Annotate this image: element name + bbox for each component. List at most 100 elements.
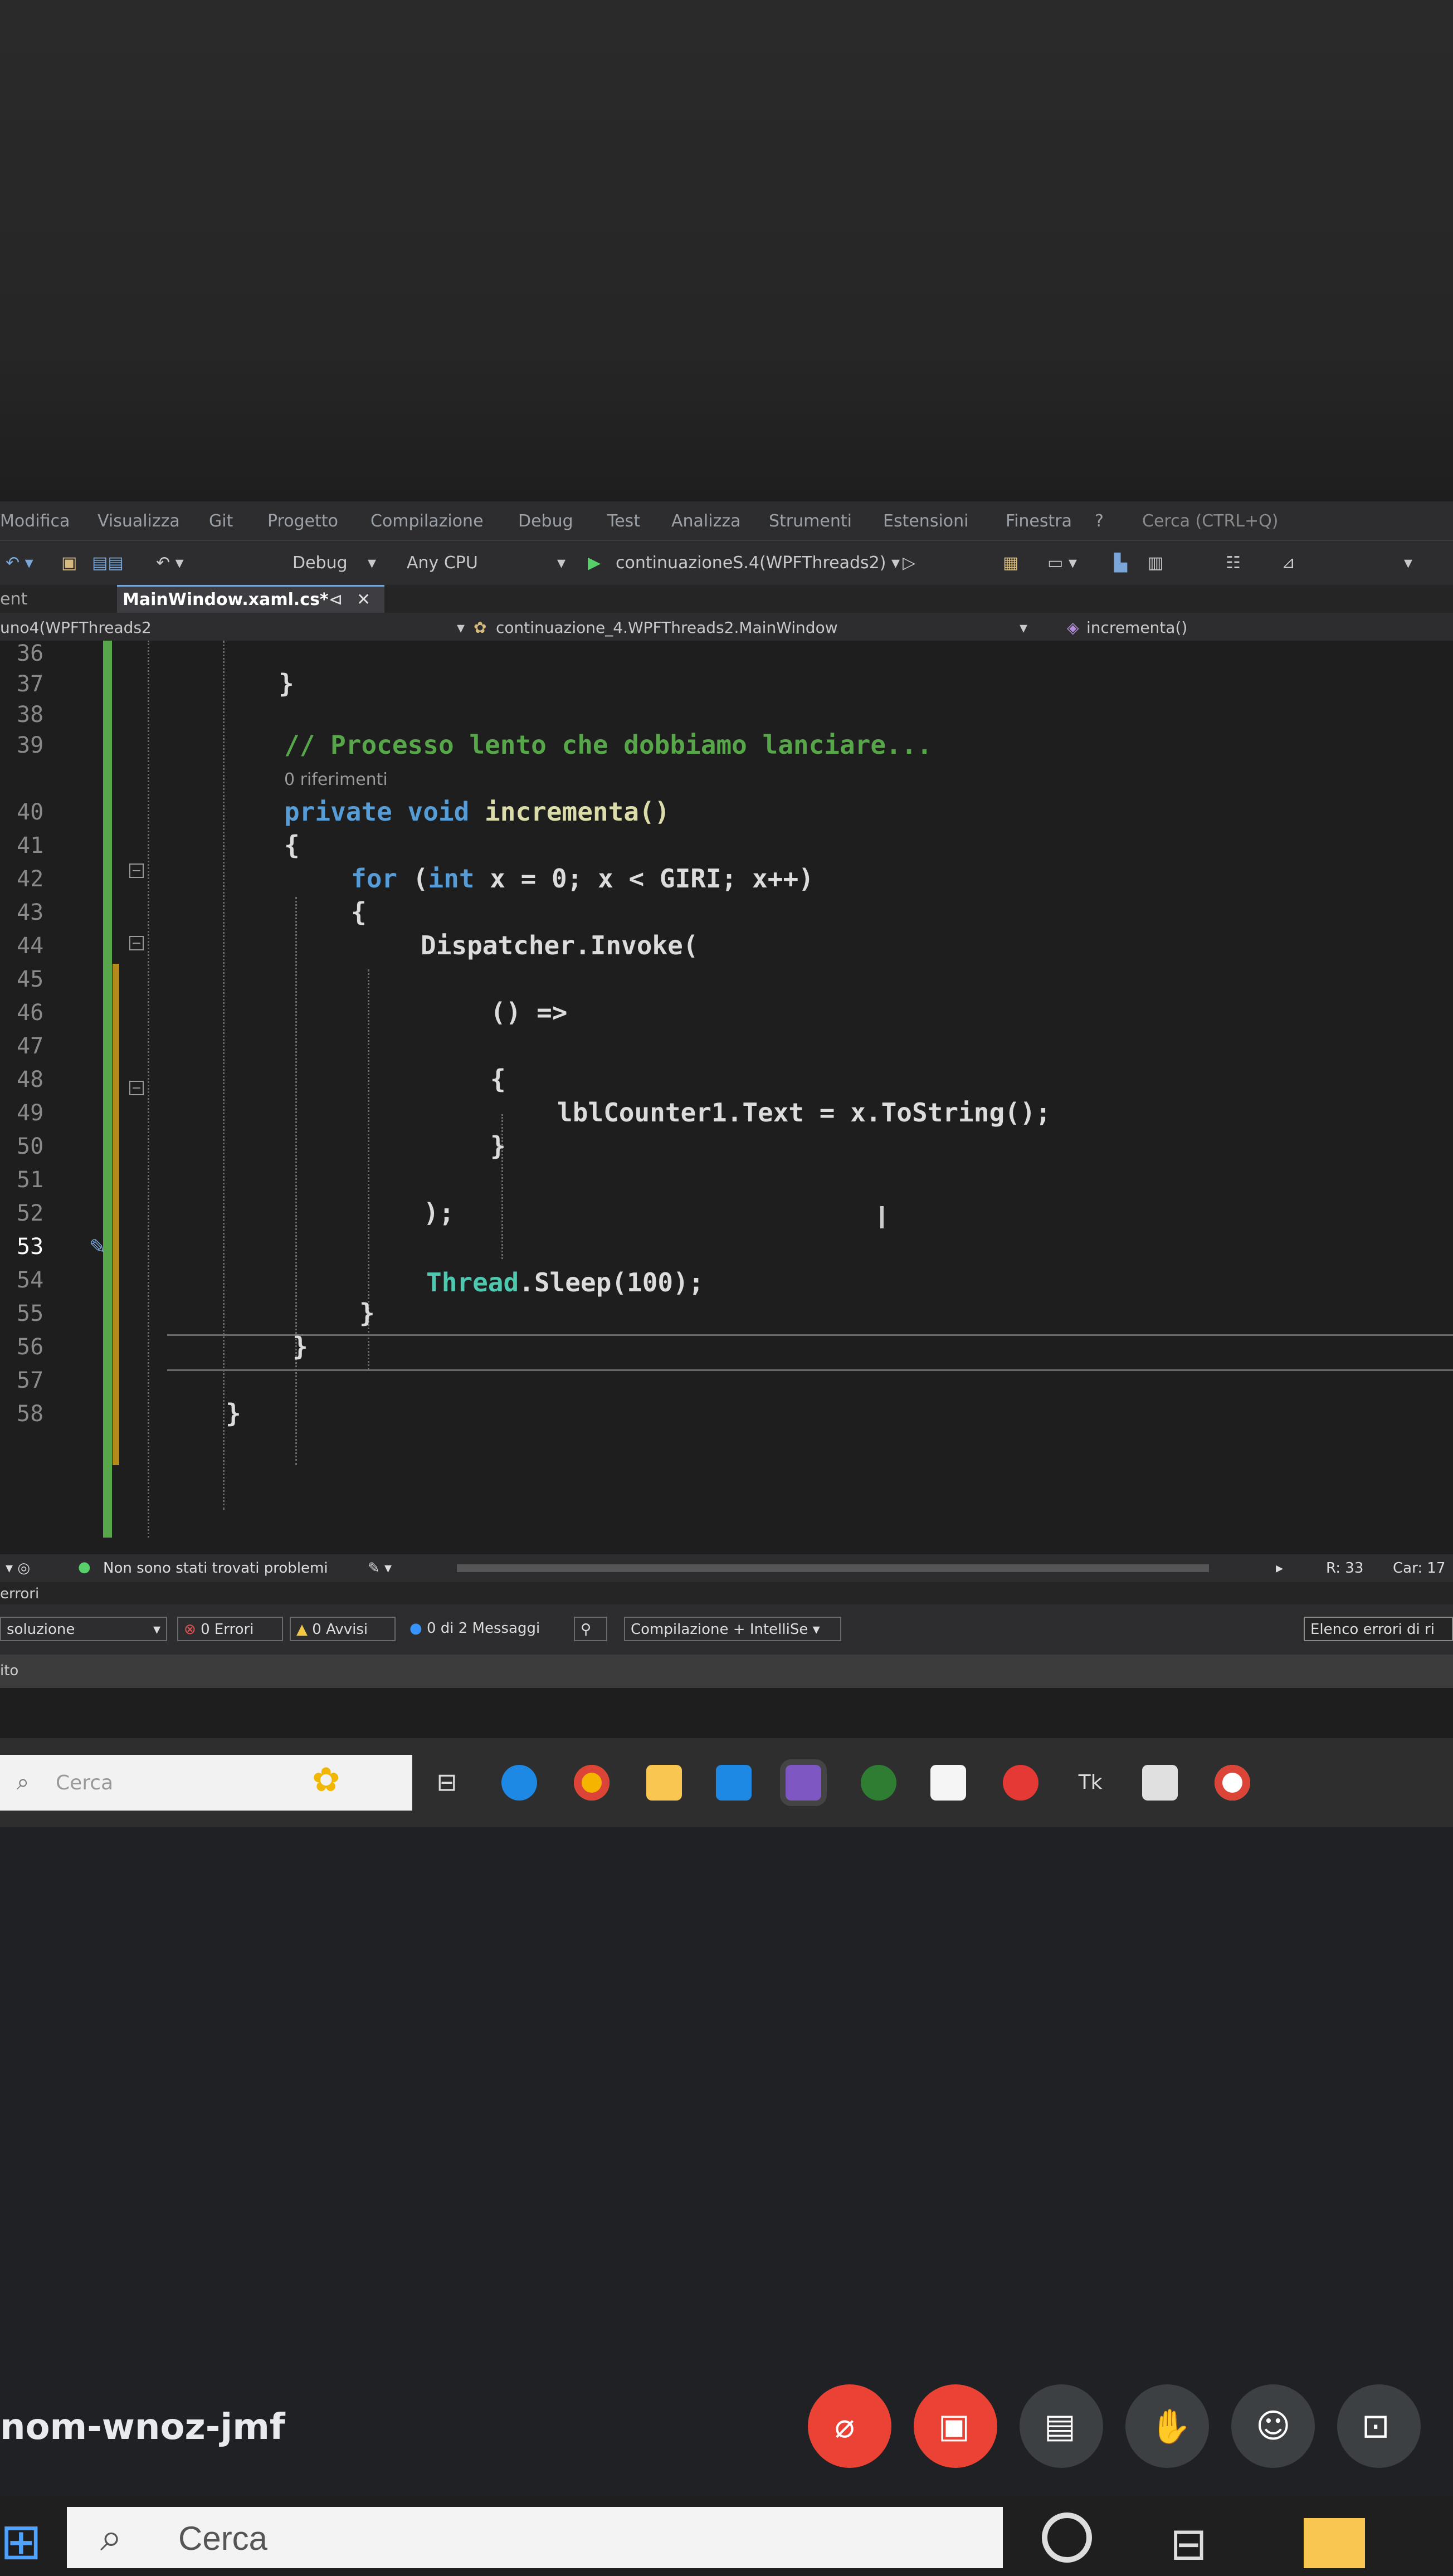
task-view-icon[interactable]: ⊟ bbox=[1170, 2518, 1207, 2570]
class-dropdown[interactable]: continuazione_4.WPFThreads2.MainWindow bbox=[496, 618, 838, 637]
chrome-icon[interactable] bbox=[1215, 1765, 1250, 1801]
line-number: 52 bbox=[17, 1201, 44, 1226]
notepad-icon[interactable] bbox=[930, 1765, 966, 1801]
captions-button[interactable]: ▤ bbox=[1020, 2384, 1103, 2468]
host-taskbar: ⊞ ⌕ Cerca ⊟ bbox=[0, 2496, 1453, 2576]
menu-item-visualizza[interactable]: Visualizza bbox=[97, 511, 180, 531]
line-number: 54 bbox=[17, 1267, 44, 1293]
save-all-icon[interactable]: ▤▤ bbox=[92, 553, 124, 573]
edge-icon[interactable] bbox=[501, 1765, 537, 1801]
menu-item-estensioni[interactable]: Estensioni bbox=[883, 511, 969, 531]
visual-studio-icon[interactable] bbox=[786, 1765, 821, 1801]
member-dropdown[interactable]: incrementa() bbox=[1086, 618, 1187, 637]
menu-item-debug[interactable]: Debug bbox=[518, 511, 573, 531]
line-number-current: 53 bbox=[17, 1234, 44, 1260]
menu-item-analizza[interactable]: Analizza bbox=[671, 511, 740, 531]
code-line-43: { bbox=[351, 897, 367, 927]
task-view-icon[interactable]: ⊟ bbox=[429, 1765, 465, 1801]
hot-reload-icon[interactable]: ▦ bbox=[1003, 553, 1018, 573]
format-icon[interactable]: ▥ bbox=[1148, 553, 1163, 573]
text-cursor-icon bbox=[880, 1206, 884, 1228]
line-number: 58 bbox=[17, 1401, 44, 1427]
horizontal-scrollbar[interactable] bbox=[457, 1564, 1209, 1572]
vscode-icon[interactable] bbox=[716, 1765, 752, 1801]
present-button[interactable]: ⊡ bbox=[1337, 2384, 1421, 2468]
menu-item-finestra[interactable]: Finestra bbox=[1006, 511, 1072, 531]
windows-start-icon[interactable]: ⊞ bbox=[0, 2512, 61, 2574]
zoom-icon[interactable]: ▾ ◎ bbox=[6, 1560, 30, 1577]
tab-mainwindow-xaml-cs[interactable]: MainWindow.xaml.cs* ⊲ ✕ bbox=[117, 585, 384, 613]
cortana-icon[interactable] bbox=[1042, 2512, 1092, 2563]
code-line-44: Dispatcher.Invoke( bbox=[421, 930, 699, 960]
check-icon: ● bbox=[78, 1559, 91, 1575]
scroll-right-icon[interactable]: ▸ bbox=[1276, 1560, 1283, 1577]
collapse-toggle[interactable] bbox=[129, 936, 144, 950]
search-box[interactable]: Cerca (CTRL+Q) bbox=[1142, 511, 1278, 531]
file-explorer-icon[interactable] bbox=[1304, 2518, 1365, 2568]
reactions-button[interactable]: ☺ bbox=[1231, 2384, 1315, 2468]
pin-icon[interactable]: ⊲ bbox=[329, 590, 343, 609]
tab-fragment[interactable]: ent bbox=[0, 589, 27, 609]
bookmark-icon[interactable]: ⊿ bbox=[1281, 553, 1295, 573]
mic-off-button[interactable]: ⌀ bbox=[808, 2384, 891, 2468]
menu-item-progetto[interactable]: Progetto bbox=[267, 511, 338, 531]
browser-icon[interactable]: ▭ ▾ bbox=[1047, 553, 1077, 573]
overflow-icon[interactable]: ▾ bbox=[1404, 553, 1412, 573]
indent-guide bbox=[223, 641, 225, 1510]
app-icon[interactable] bbox=[1142, 1765, 1178, 1801]
collapse-toggle[interactable] bbox=[129, 1081, 144, 1095]
project-dropdown[interactable]: uno4(WPFThreads2 bbox=[0, 618, 152, 637]
code-comment: // Processo lento che dobbiamo lanciare.… bbox=[284, 730, 933, 760]
column-indicator[interactable]: Car: 17 bbox=[1393, 1560, 1445, 1577]
run-target[interactable]: continuazioneS.4(WPFThreads2) ▾ bbox=[616, 553, 900, 573]
new-project-icon[interactable]: ▣ bbox=[61, 553, 77, 573]
filter-icon[interactable]: ⚲ bbox=[574, 1617, 607, 1641]
collapse-toggle[interactable] bbox=[129, 863, 144, 878]
messages-filter[interactable]: ● 0 di 2 Messaggi bbox=[404, 1617, 565, 1641]
opera-icon[interactable] bbox=[1003, 1765, 1038, 1801]
line-indicator[interactable]: R: 33 bbox=[1326, 1560, 1363, 1577]
remote-taskbar: ⌕ Cerca ✿ ⊟ Tk bbox=[0, 1738, 1453, 1827]
codelens-references[interactable]: 0 riferimenti bbox=[284, 770, 388, 789]
menu-item-test[interactable]: Test bbox=[607, 511, 640, 531]
raise-hand-button[interactable]: ✋ bbox=[1125, 2384, 1209, 2468]
quick-actions-icon[interactable]: ✎ bbox=[89, 1236, 106, 1258]
chrome-icon[interactable] bbox=[574, 1765, 610, 1801]
present-icon: ⊡ bbox=[1362, 2407, 1390, 2446]
app-icon[interactable] bbox=[861, 1765, 896, 1801]
comment-icon[interactable]: ☷ bbox=[1226, 553, 1241, 573]
menu-bar: Modifica Visualizza Git Progetto Compila… bbox=[0, 501, 1453, 540]
remote-search-box[interactable]: ⌕ Cerca ✿ bbox=[0, 1755, 412, 1811]
toolbar: ↶ ▾ ▣ ▤▤ ↶ ▾ Debug ▾ Any CPU ▾ ▶ continu… bbox=[0, 540, 1453, 586]
menu-item-compilazione[interactable]: Compilazione bbox=[370, 511, 484, 531]
build-intellisense-dropdown[interactable]: Compilazione + IntelliSe ▾ bbox=[624, 1617, 841, 1641]
cleanup-icon[interactable]: ✎ ▾ bbox=[368, 1560, 392, 1577]
code-line-48: { bbox=[490, 1064, 506, 1094]
scope-dropdown[interactable]: soluzione ▾ bbox=[0, 1617, 167, 1641]
menu-item-modifica[interactable]: Modifica bbox=[0, 511, 70, 531]
code-editor[interactable]: 36 37 38 39 40 41 42 43 44 45 46 47 48 4… bbox=[0, 641, 1453, 1554]
code-line-52: ); bbox=[423, 1198, 455, 1228]
close-icon[interactable]: ✕ bbox=[357, 590, 370, 609]
platform-dropdown[interactable]: Any CPU bbox=[407, 553, 478, 573]
issues-status[interactable]: Non sono stati trovati problemi bbox=[103, 1560, 328, 1577]
line-number: 37 bbox=[17, 671, 44, 697]
host-search-box[interactable]: ⌕ Cerca bbox=[67, 2507, 1003, 2568]
app-icon[interactable]: Tk bbox=[1072, 1765, 1108, 1801]
start-debug-icon[interactable]: ▶ bbox=[588, 553, 601, 573]
menu-item-git[interactable]: Git bbox=[209, 511, 233, 531]
errors-filter[interactable]: ⊗ 0 Errori bbox=[177, 1617, 283, 1641]
warnings-filter[interactable]: ▲ 0 Avvisi bbox=[290, 1617, 396, 1641]
line-number: 42 bbox=[17, 866, 44, 892]
config-dropdown[interactable]: Debug bbox=[292, 553, 348, 573]
code-line-56: } bbox=[292, 1331, 308, 1362]
undo-icon[interactable]: ↶ ▾ bbox=[156, 553, 184, 573]
back-icon[interactable]: ↶ ▾ bbox=[6, 553, 33, 573]
file-explorer-icon[interactable] bbox=[646, 1765, 682, 1801]
menu-item-help[interactable]: ? bbox=[1095, 511, 1104, 531]
menu-item-strumenti[interactable]: Strumenti bbox=[769, 511, 852, 531]
camera-off-icon: ▣ bbox=[938, 2407, 970, 2446]
chart-icon[interactable]: ▙ bbox=[1114, 553, 1127, 573]
camera-off-button[interactable]: ▣ bbox=[914, 2384, 997, 2468]
error-list-tab[interactable]: Elenco errori di ri bbox=[1304, 1617, 1453, 1641]
